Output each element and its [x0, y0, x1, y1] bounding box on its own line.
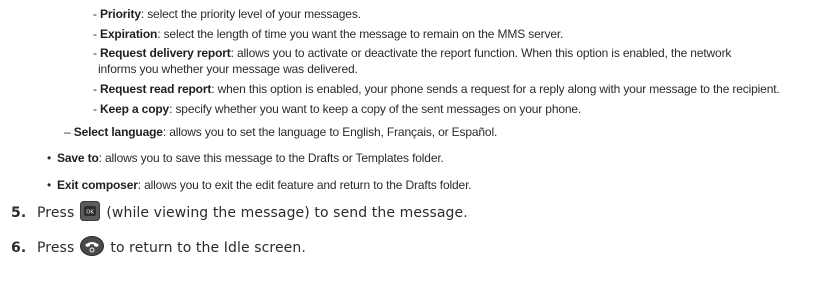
step-5: 5. Press OK (while viewing the message) … — [11, 201, 468, 225]
sub-item-expiration: - Expiration: select the length of time … — [93, 27, 564, 41]
sub-item-priority: - Priority: select the priority level of… — [93, 7, 361, 21]
term: Save to — [57, 151, 99, 165]
sub-item-request-delivery-report: - Request delivery report: allows you to… — [93, 46, 732, 60]
ok-key-icon: OK — [80, 201, 101, 225]
term: Priority — [100, 7, 141, 21]
term: Exit composer — [57, 178, 138, 192]
bullet-exit-composer: • Exit composer: allows you to exit the e… — [47, 178, 472, 192]
term: Request read report — [100, 82, 212, 96]
term: Expiration — [100, 27, 158, 41]
term: Request delivery report — [100, 46, 231, 60]
term: Keep a copy — [100, 102, 170, 116]
sub-item-continuation: informs you whether your message was del… — [98, 62, 358, 76]
bullet-save-to: • Save to: allows you to save this messag… — [47, 151, 444, 165]
sub-item-request-read-report: - Request read report: when this option … — [93, 82, 780, 96]
dash-item-select-language: – Select language: allows you to set the… — [64, 125, 498, 139]
bullet-marker: • — [47, 151, 52, 165]
sub-item-keep-a-copy: - Keep a copy: specify whether you want … — [93, 102, 582, 116]
svg-text:OK: OK — [87, 210, 95, 216]
step-number: 5. — [11, 205, 27, 221]
bullet-marker: • — [47, 178, 52, 192]
step-number: 6. — [11, 240, 27, 256]
end-key-icon — [80, 236, 105, 260]
term: Select language — [73, 125, 163, 139]
step-6: 6. Press to return to the Idle screen. — [11, 236, 306, 260]
